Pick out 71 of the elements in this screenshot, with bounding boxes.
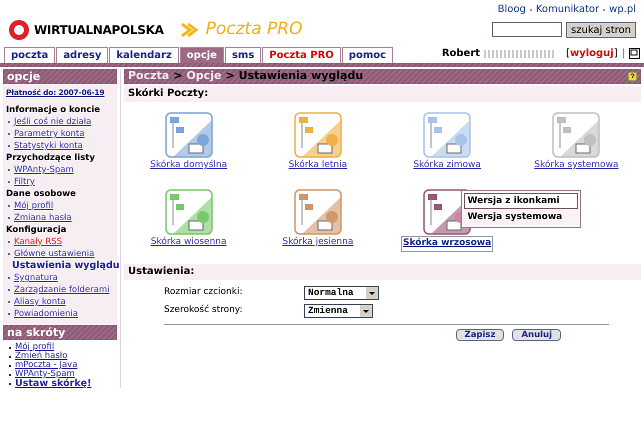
skin-link[interactable]: Skórka wiosenna bbox=[150, 236, 226, 250]
top-link[interactable]: Komunikator bbox=[536, 2, 600, 17]
shortcut-link[interactable]: WPAnty-Spam bbox=[15, 370, 75, 379]
section-title: Ustawienia: bbox=[124, 264, 641, 280]
nav-tab[interactable]: sms bbox=[224, 47, 262, 63]
window-icon bbox=[629, 48, 640, 59]
sidebar-link[interactable]: Mój profil bbox=[14, 200, 54, 212]
bracket: ] bbox=[614, 47, 618, 61]
breadcrumb-link[interactable]: Poczta bbox=[128, 68, 170, 85]
skin-link[interactable]: Skórka systemowa bbox=[534, 159, 618, 172]
nav-tab[interactable]: poczta bbox=[4, 47, 56, 63]
top-link[interactable]: Bloog bbox=[498, 2, 526, 17]
sidebar-link[interactable]: Kanały RSS bbox=[14, 236, 62, 248]
skin-link[interactable]: Skórka jesienna bbox=[282, 236, 354, 250]
page-title: Ustawienia wyglądu bbox=[238, 68, 364, 84]
nav-tab[interactable]: kalendarz bbox=[109, 47, 179, 63]
section-heading: Przychodzące listy bbox=[6, 152, 96, 164]
nav-tab[interactable]: adresy bbox=[56, 47, 108, 63]
form-button[interactable]: Zapisz bbox=[456, 329, 504, 341]
bracket: [ bbox=[566, 47, 570, 61]
skin-link[interactable]: Skórka domyślna bbox=[150, 159, 228, 172]
shortcut-link[interactable]: Zmień hasło bbox=[15, 352, 68, 361]
section-title: Skórki Poczty: bbox=[124, 86, 641, 102]
logo-icon bbox=[8, 19, 30, 41]
shortcut-link[interactable]: Ustaw skórkę! bbox=[15, 379, 92, 388]
search-field[interactable] bbox=[492, 22, 562, 37]
logout-link[interactable]: wyloguj bbox=[570, 46, 614, 61]
section-heading: Informacje o koncie bbox=[6, 104, 102, 116]
setting-label: Szerokość strony: bbox=[164, 304, 244, 318]
sidebar-link[interactable]: Główne ustawienia bbox=[14, 248, 94, 260]
sidebar-link[interactable]: WPAnty-Spam bbox=[14, 164, 74, 176]
nav-tab[interactable]: opcje bbox=[180, 47, 224, 63]
sidebar-link[interactable]: Aliasy konta bbox=[14, 296, 66, 308]
nav-tab[interactable]: pomoc bbox=[342, 47, 394, 63]
section-heading: Dane osobowe bbox=[6, 188, 77, 200]
shortcut-link[interactable]: mPoczta - Java bbox=[15, 361, 78, 370]
chevron-logo-icon bbox=[180, 23, 198, 37]
sidebar-link[interactable]: Jeśli coś nie działa bbox=[14, 116, 92, 128]
sidebar-title: opcje bbox=[3, 69, 117, 84]
nav-tab[interactable]: Poczta PRO bbox=[262, 47, 341, 63]
sidebar-link[interactable]: Powiadomienia bbox=[14, 308, 78, 320]
setting-label: Rozmiar czcionki: bbox=[164, 286, 244, 300]
separator: | bbox=[622, 47, 625, 61]
sidebar-link[interactable]: Filtry bbox=[14, 176, 35, 188]
menu-item[interactable]: Wersja systemowa bbox=[464, 209, 578, 225]
skin-link[interactable]: Skórka wrzosowa bbox=[401, 236, 494, 252]
search-button[interactable]: szukaj stron bbox=[566, 22, 636, 38]
product-title: Poczta PRO bbox=[206, 18, 302, 42]
logo-text: WIRTUALNAPOLSKA bbox=[34, 22, 164, 39]
shortcut-link[interactable]: Mój profil bbox=[15, 343, 54, 352]
dropdown[interactable]: Normalna bbox=[304, 286, 379, 300]
top-link[interactable]: wp.pl bbox=[609, 2, 636, 17]
breadcrumb-separator: > bbox=[173, 68, 182, 84]
help-icon[interactable] bbox=[628, 72, 637, 81]
breadcrumb-separator: > bbox=[225, 68, 235, 84]
skin-link[interactable]: Skórka letnia bbox=[288, 159, 348, 172]
breadcrumb-link[interactable]: Opcje bbox=[186, 68, 222, 85]
form-button[interactable]: Anuluj bbox=[512, 329, 561, 341]
dropdown[interactable]: Zmienna bbox=[304, 304, 373, 318]
section-heading: Konfiguracja bbox=[6, 224, 68, 236]
sidebar-link[interactable]: Statystyki konta bbox=[14, 140, 83, 152]
sidebar-link[interactable]: Zmiana hasła bbox=[14, 212, 72, 224]
sidebar-link[interactable]: Sygnatura bbox=[14, 272, 58, 284]
user-name: Robert bbox=[442, 47, 480, 61]
sidebar-link[interactable]: Zarządzanie folderami bbox=[14, 284, 110, 296]
sidebar-title: na skróty bbox=[3, 325, 117, 340]
skin-link[interactable]: Skórka zimowa bbox=[413, 159, 481, 172]
sidebar-link[interactable]: Parametry konta bbox=[14, 128, 84, 140]
sidebar-link[interactable]: Ustawienia wyglądu bbox=[12, 260, 120, 272]
menu-item[interactable]: Wersja z ikonkami bbox=[464, 193, 578, 209]
redacted-text bbox=[484, 50, 554, 58]
